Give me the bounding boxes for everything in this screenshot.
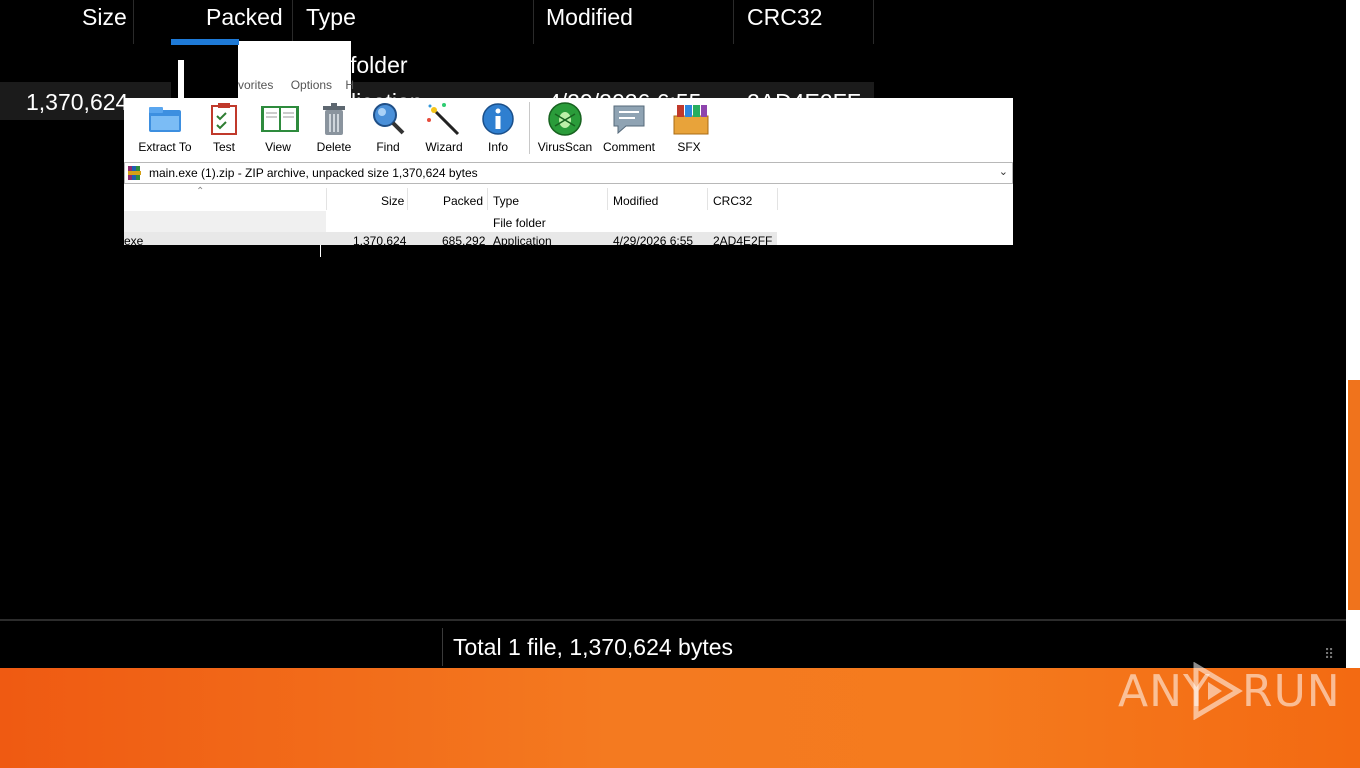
header-divider (487, 188, 488, 210)
big-folder-type: folder (350, 52, 408, 78)
chevron-down-icon[interactable]: ⌄ (999, 165, 1008, 178)
virusscan-button[interactable]: VirusScan (537, 102, 593, 156)
header-packed[interactable]: Packed (443, 194, 483, 208)
file-list: ⌃ Size Packed Type Modified CRC32 File f… (124, 186, 1013, 245)
delete-button[interactable]: Delete (306, 102, 362, 156)
sfx-button[interactable]: SFX (661, 102, 717, 156)
virusscan-icon (547, 102, 583, 136)
big-col-type[interactable]: Type (306, 4, 356, 31)
glitch-line (178, 60, 184, 100)
toolbar-separator (529, 102, 530, 154)
menu-favorites[interactable]: vorites (238, 78, 273, 92)
archive-path: main.exe (1).zip - ZIP archive, unpacked… (149, 166, 478, 180)
archive-icon (128, 166, 143, 180)
cursor-artifact (320, 245, 321, 257)
big-col-divider (873, 0, 874, 44)
big-row-size: 1,370,624 (26, 89, 129, 115)
header-divider (326, 188, 327, 210)
wizard-icon (426, 102, 462, 136)
big-col-crc32[interactable]: CRC32 (747, 4, 822, 31)
comment-button[interactable]: Comment (600, 102, 658, 156)
toolbar: Extract To Test View Delete Find Wizard … (124, 98, 1013, 158)
delete-icon (316, 102, 352, 136)
menu-bar-fragment: vorites Options H (238, 78, 354, 92)
extract-to-icon (147, 102, 183, 136)
status-total: Total 1 file, 1,370,624 bytes (453, 634, 734, 660)
address-bar[interactable]: main.exe (1).zip - ZIP archive, unpacked… (124, 162, 1013, 184)
big-col-divider (733, 0, 734, 44)
table-row[interactable]: exe 1,370,624 685,292 Application 4/29/2… (124, 232, 777, 245)
desktop-sliver (1348, 380, 1360, 610)
find-button[interactable]: Find (360, 102, 416, 156)
test-button[interactable]: Test (196, 102, 252, 156)
big-col-size[interactable]: Size (82, 4, 127, 31)
info-icon (480, 102, 516, 136)
header-divider (777, 188, 778, 210)
title-fragment (171, 39, 239, 45)
big-col-divider (133, 0, 134, 44)
winrar-window: Extract To Test View Delete Find Wizard … (124, 98, 1013, 245)
sort-ascending-icon: ⌃ (196, 186, 205, 197)
row-folder-type: File folder (493, 216, 546, 230)
play-logo-icon (1188, 661, 1244, 721)
test-icon (206, 102, 242, 136)
header-divider (607, 188, 608, 210)
find-icon (370, 102, 406, 136)
header-size[interactable]: Size (381, 194, 404, 208)
header-crc32[interactable]: CRC32 (713, 194, 752, 208)
menu-help[interactable]: H (345, 78, 354, 92)
status-divider (442, 628, 443, 666)
comment-icon (611, 102, 647, 136)
menu-options[interactable]: Options (291, 78, 332, 92)
big-col-divider (292, 0, 293, 44)
header-modified[interactable]: Modified (613, 194, 658, 208)
big-col-modified[interactable]: Modified (546, 4, 633, 31)
header-divider (707, 188, 708, 210)
info-button[interactable]: Info (470, 102, 526, 156)
resize-grip-icon[interactable]: ⠿ (1324, 646, 1334, 663)
extract-to-button[interactable]: Extract To (137, 102, 193, 156)
view-icon (260, 102, 299, 136)
header-divider (407, 188, 408, 210)
big-col-packed[interactable]: Packed (206, 4, 283, 31)
name-column-area (124, 211, 326, 233)
wizard-button[interactable]: Wizard (416, 102, 472, 156)
header-type[interactable]: Type (493, 194, 519, 208)
sfx-icon (671, 102, 709, 136)
view-button[interactable]: View (250, 102, 306, 156)
big-col-divider (533, 0, 534, 44)
